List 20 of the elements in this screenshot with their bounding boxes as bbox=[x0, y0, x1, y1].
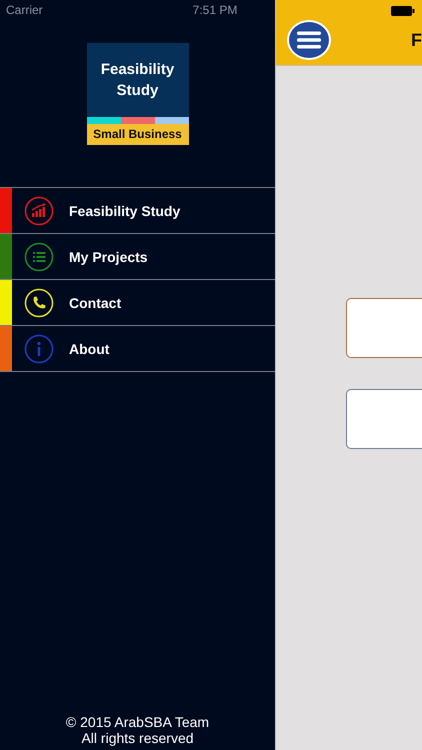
header-title: F bbox=[411, 30, 422, 50]
time-text: 7:51 PM bbox=[192, 3, 238, 17]
menu-item[interactable]: Contact bbox=[0, 280, 275, 326]
bar-chart-icon bbox=[24, 196, 54, 226]
menu-icon bbox=[296, 30, 322, 50]
list-icon bbox=[24, 242, 54, 272]
logo-title: Feasibility Study bbox=[100, 60, 176, 101]
menu-button[interactable] bbox=[287, 20, 331, 60]
card[interactable] bbox=[346, 389, 422, 449]
phone-icon bbox=[24, 288, 54, 318]
footer-text: © 2015 ArabSBA Team bbox=[64, 714, 210, 730]
info-icon bbox=[24, 334, 54, 364]
battery-icon bbox=[391, 6, 415, 16]
menu-item[interactable]: My Projects bbox=[0, 234, 275, 280]
logo-subtitle: Small Business bbox=[86, 124, 188, 145]
menu-item[interactable]: About bbox=[0, 326, 275, 372]
card[interactable] bbox=[346, 298, 422, 358]
menu-item[interactable]: Feasibility Study bbox=[0, 188, 275, 234]
footer-text: All rights reserved bbox=[80, 730, 195, 746]
carrier-text: Carrier bbox=[6, 3, 43, 17]
